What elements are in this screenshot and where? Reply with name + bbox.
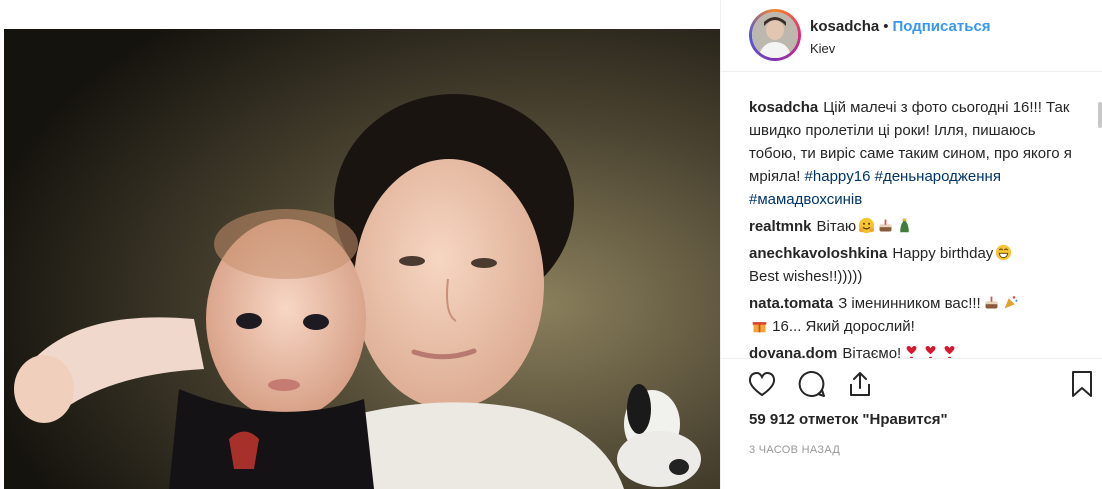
post-username[interactable]: kosadcha <box>810 18 879 35</box>
comment-text: Вітаємо! <box>842 345 902 358</box>
post-sidebar: kosadcha • Подписаться Kiev kosadcha Цій ма… <box>720 0 1102 489</box>
comments-scrollbar[interactable] <box>1098 102 1102 128</box>
comment-username[interactable]: nata.tomata <box>749 295 833 312</box>
comments-list: kosadcha Цій малечі з фото сьогодні 16!!!… <box>749 96 1085 358</box>
header-line: kosadcha • Подписаться <box>810 18 991 35</box>
heart-exclamation-emoji-icon <box>925 345 936 358</box>
hashtag-link[interactable]: #happy16 <box>805 168 871 185</box>
party-popper-emoji-icon <box>1004 296 1018 309</box>
likes-count[interactable]: 59 912 отметок "Нравится" <box>749 411 948 428</box>
caption-username[interactable]: kosadcha <box>749 99 818 116</box>
comment-text: Happy birthday <box>892 245 994 262</box>
cake-emoji-icon <box>879 219 892 232</box>
photo-illustration <box>4 29 720 489</box>
comment-icon[interactable] <box>797 369 827 399</box>
cake-emoji-icon <box>985 296 998 309</box>
comment-item: dovana.dom Вітаємо! <box>749 342 1085 358</box>
hashtag-link[interactable]: #деньнародження <box>875 168 1001 185</box>
avatar[interactable] <box>752 12 798 58</box>
post-photo[interactable] <box>4 29 720 489</box>
follow-button[interactable]: Подписаться <box>892 18 990 35</box>
hashtag-link[interactable]: #мамадвохсинів <box>749 191 862 208</box>
post-timestamp[interactable]: 3 ЧАСОВ НАЗАД <box>749 444 840 456</box>
comment-text-line2: Best wishes!!))))) <box>749 268 863 285</box>
avatar-image <box>752 12 798 58</box>
separator-dot: • <box>883 18 889 35</box>
hug-emoji-icon <box>859 217 875 234</box>
comment-username[interactable]: anechkavoloshkina <box>749 245 887 262</box>
heart-exclamation-emoji-icon <box>906 345 917 358</box>
post-location[interactable]: Kiev <box>810 41 835 56</box>
bookmark-icon[interactable] <box>1067 369 1097 399</box>
comment-text: З іменинником вас!!! <box>838 295 981 312</box>
comment-username[interactable]: dovana.dom <box>749 345 837 358</box>
heart-exclamation-emoji-icon <box>944 345 955 358</box>
comment-item: anechkavoloshkina Happy birthday Best wish… <box>749 242 1085 288</box>
grin-emoji-icon <box>996 244 1012 261</box>
heart-icon[interactable] <box>747 369 777 399</box>
comment-item: nata.tomata З іменинником вас!!! 16... Як… <box>749 292 1085 338</box>
caption: kosadcha Цій малечі з фото сьогодні 16!!!… <box>749 96 1085 211</box>
champagne-emoji-icon <box>900 218 909 233</box>
comment-text: Вітаю <box>816 218 857 235</box>
gift-emoji-icon <box>752 322 767 333</box>
comment-username[interactable]: realtmnk <box>749 218 812 235</box>
share-icon[interactable] <box>845 369 875 399</box>
post-header: kosadcha • Подписаться Kiev <box>721 0 1102 72</box>
avatar-story-ring[interactable] <box>749 9 801 61</box>
actions-section: 59 912 отметок "Нравится" 3 ЧАСОВ НАЗАД <box>721 358 1102 470</box>
comment-text-line2: 16... Який дорослий! <box>772 318 915 335</box>
comment-item: realtmnk Вітаю <box>749 215 1085 238</box>
